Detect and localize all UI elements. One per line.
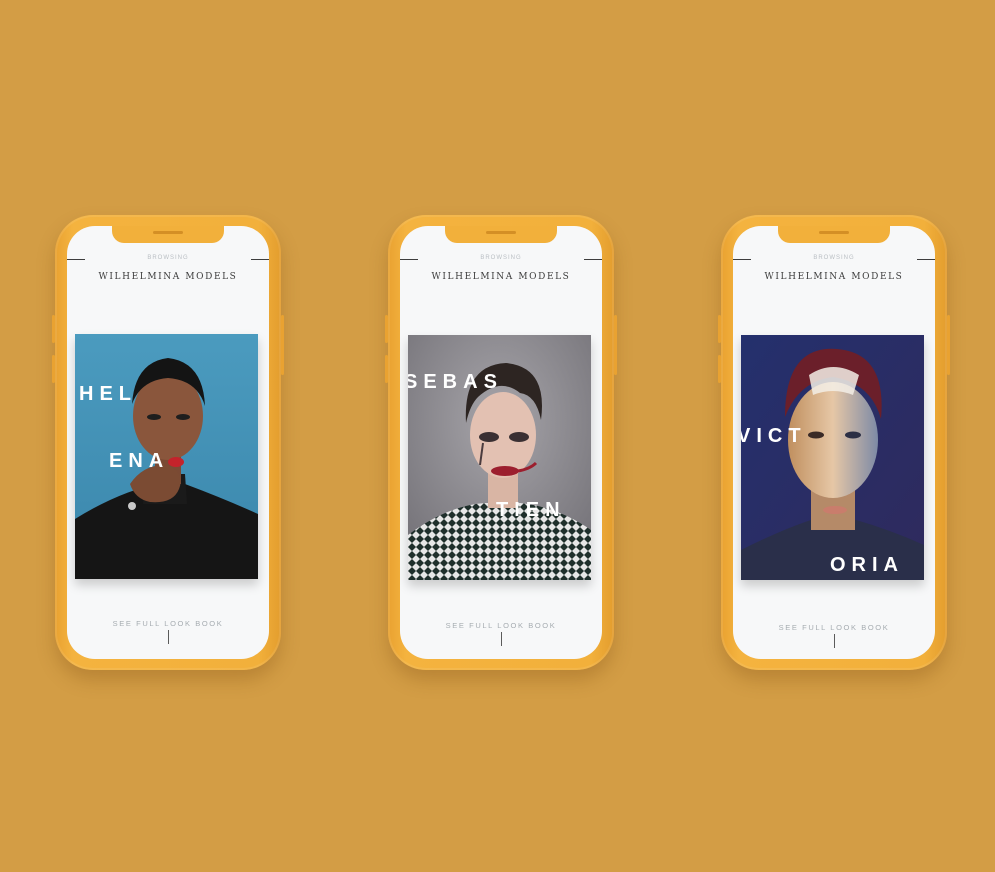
model-name-part-1: HEL — [79, 383, 137, 405]
cta-divider-line — [834, 634, 835, 648]
cta-divider-line — [168, 630, 169, 644]
model-name-part-2: ENA — [109, 450, 170, 472]
phone-notch — [445, 226, 557, 243]
speaker-grille — [486, 231, 516, 234]
model-name-part-2: ORIA — [830, 554, 904, 576]
model-name-part-1: SEBAS — [408, 371, 503, 393]
model-name-part-2: TIEN — [496, 499, 566, 521]
see-full-look-book-link[interactable]: SEE FULL LOOK BOOK — [400, 621, 602, 630]
see-full-look-book-link[interactable]: SEE FULL LOOK BOOK — [733, 623, 935, 632]
speaker-grille — [819, 231, 849, 234]
phone-screen-3: BROWSING WILHELMINA MODELS VICT ORIA SEE… — [733, 226, 935, 659]
speaker-grille — [153, 231, 183, 234]
see-full-look-book-link[interactable]: SEE FULL LOOK BOOK — [67, 619, 269, 628]
cta-divider-line — [501, 632, 502, 646]
browsing-label: BROWSING — [813, 255, 855, 261]
phone-notch — [778, 226, 890, 243]
model-photo-card[interactable]: HEL ENA — [75, 334, 258, 579]
model-portrait-image — [741, 335, 924, 580]
browsing-label: BROWSING — [147, 255, 189, 261]
brand-title: WILHELMINA MODELS — [98, 272, 238, 282]
brand-title: WILHELMINA MODELS — [764, 272, 904, 282]
phone-screen-1: BROWSING WILHELMINA MODELS HEL ENA SEE F… — [67, 226, 269, 659]
phone-mockup-1: BROWSING WILHELMINA MODELS HEL ENA SEE F… — [52, 215, 284, 670]
browsing-label: BROWSING — [480, 255, 522, 261]
page-background: { "phones": [ { "browsing": "BROWSING", … — [0, 0, 995, 872]
model-photo-card[interactable]: VICT ORIA — [741, 335, 924, 580]
model-photo-card[interactable]: SEBAS TIEN — [408, 335, 591, 580]
phone-mockup-3: BROWSING WILHELMINA MODELS VICT ORIA SEE… — [718, 215, 950, 670]
phone-notch — [112, 226, 224, 243]
model-name-part-1: VICT — [741, 425, 807, 447]
brand-title: WILHELMINA MODELS — [431, 272, 571, 282]
phone-screen-2: BROWSING WILHELMINA MODELS SEBAS TIEN SE… — [400, 226, 602, 659]
phone-mockup-2: BROWSING WILHELMINA MODELS SEBAS TIEN SE… — [385, 215, 617, 670]
